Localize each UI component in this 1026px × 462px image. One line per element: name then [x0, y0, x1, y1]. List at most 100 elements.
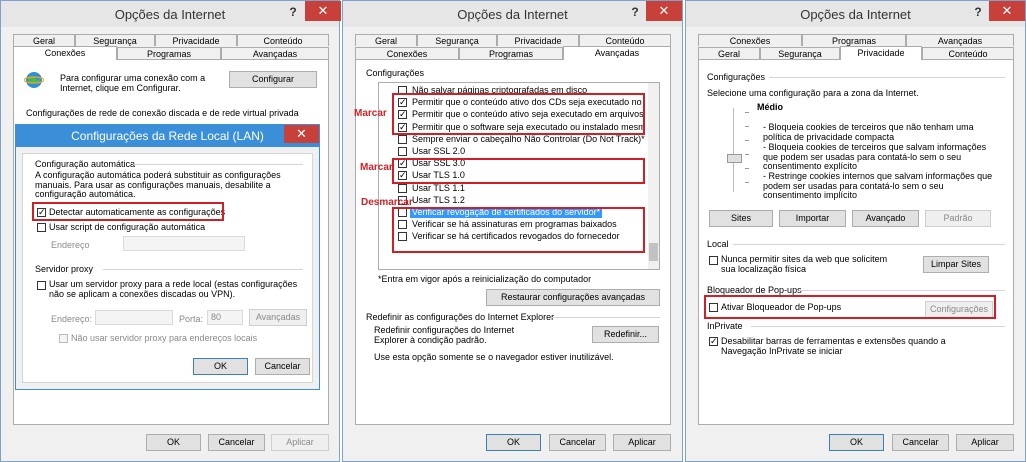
group-divider: [769, 77, 1005, 78]
bypass-local-label: Não usar servidor proxy para endereços l…: [71, 333, 258, 343]
privacy-level: Médio: [757, 102, 783, 112]
port-label: Porta:: [179, 314, 204, 324]
scrollbar-thumb[interactable]: [649, 243, 658, 261]
tab-privacidade[interactable]: Privacidade: [155, 34, 237, 46]
default-button[interactable]: Padrão: [925, 210, 991, 227]
mark-label-1: Marcar: [354, 108, 387, 119]
proxy-advanced-button[interactable]: Avançadas: [249, 309, 307, 326]
auto-script-label: Usar script de configuração automática: [49, 222, 206, 232]
list-scrollbar[interactable]: [648, 83, 659, 269]
setting-checkbox[interactable]: [398, 183, 407, 193]
apply-button[interactable]: Aplicar: [271, 434, 329, 451]
sites-button[interactable]: Sites: [709, 210, 773, 227]
auto-config-group-label: Configuração automática: [35, 159, 136, 169]
tab-conteudo[interactable]: Conteúdo: [579, 34, 671, 46]
bypass-local-checkbox[interactable]: [59, 334, 68, 343]
tab-seguranca[interactable]: Segurança: [75, 34, 155, 46]
help-button[interactable]: ?: [968, 3, 988, 21]
ok-button[interactable]: OK: [146, 434, 201, 451]
tab-geral[interactable]: Geral: [698, 47, 760, 59]
ok-button[interactable]: OK: [486, 434, 541, 451]
setting-checkbox[interactable]: [398, 134, 407, 144]
group-divider: [103, 269, 303, 270]
popup-blocker-label: Bloqueador de Pop-ups: [707, 285, 802, 295]
cancel-button[interactable]: Cancelar: [892, 434, 949, 451]
reset-note: Use esta opção somente se o navegador es…: [374, 352, 614, 362]
help-button[interactable]: ?: [625, 3, 645, 21]
ok-button[interactable]: OK: [829, 434, 884, 451]
internet-options-window-connections: Opções da Internet ? ✕ Geral Segurança P…: [0, 0, 341, 462]
script-address-label: Endereço: [51, 240, 90, 250]
tab-geral[interactable]: Geral: [355, 34, 417, 46]
inprivate-checkbox[interactable]: ✓: [709, 337, 718, 346]
setting-label: Usar TLS 1.2: [412, 194, 465, 205]
slider-tick: [745, 182, 749, 183]
setting-item[interactable]: Sempre enviar o cabeçalho Não Controlar …: [379, 134, 649, 146]
tab-privacidade[interactable]: Privacidade: [497, 34, 579, 46]
setting-checkbox[interactable]: [398, 147, 407, 156]
slider-tick: [745, 140, 749, 141]
help-button[interactable]: ?: [283, 3, 303, 21]
title-bar: Opções da Internet ? ✕: [1, 1, 341, 27]
auto-script-checkbox[interactable]: [37, 223, 46, 232]
cancel-button[interactable]: Cancelar: [549, 434, 606, 451]
import-button[interactable]: Importar: [779, 210, 846, 227]
script-address-input[interactable]: [123, 236, 245, 251]
tab-conteudo[interactable]: Conteúdo: [922, 47, 1014, 59]
group-divider: [799, 290, 1005, 291]
lan-title-bar: Configurações da Rede Local (LAN) ✕: [16, 125, 319, 147]
apply-button[interactable]: Aplicar: [956, 434, 1014, 451]
close-button[interactable]: ✕: [305, 1, 341, 21]
reset-button[interactable]: Redefinir...: [592, 326, 659, 343]
tab-avancadas[interactable]: Avançadas: [221, 47, 329, 59]
apply-button[interactable]: Aplicar: [613, 434, 671, 451]
clear-sites-button[interactable]: Limpar Sites: [923, 256, 989, 273]
setting-item[interactable]: Usar TLS 1.1: [379, 183, 649, 195]
setting-item[interactable]: Usar SSL 2.0: [379, 146, 649, 158]
tab-conteudo[interactable]: Conteúdo: [237, 34, 329, 46]
use-proxy-checkbox[interactable]: [37, 281, 46, 290]
tab-privacidade[interactable]: Privacidade: [840, 46, 922, 60]
tab-conexoes[interactable]: Conexões: [355, 47, 459, 59]
tab-conexoes[interactable]: Conexões: [13, 46, 117, 60]
zone-text: Selecione uma configuração para a zona d…: [707, 88, 919, 98]
port-input[interactable]: 80: [207, 310, 243, 325]
advanced-button[interactable]: Avançado: [852, 210, 919, 227]
close-button[interactable]: ✕: [989, 1, 1025, 21]
globe-icon: [23, 70, 45, 90]
tab-conexoes[interactable]: Conexões: [698, 34, 802, 46]
tab-programas[interactable]: Programas: [802, 34, 906, 46]
tab-avancadas[interactable]: Avançadas: [563, 46, 671, 60]
tab-seguranca[interactable]: Segurança: [760, 47, 840, 59]
dialup-text: Configurações de rede de conexão discada…: [26, 108, 299, 118]
never-allow-location-checkbox[interactable]: [709, 256, 718, 265]
proxy-address-input[interactable]: [95, 310, 173, 325]
restore-advanced-button[interactable]: Restaurar configurações avançadas: [486, 289, 660, 306]
tab-programas[interactable]: Programas: [117, 47, 221, 59]
highlight-mark-group-2: [392, 158, 645, 184]
settings-label: Configurações: [366, 68, 425, 78]
highlight-detect-auto: [32, 202, 224, 221]
slider-tick: [745, 168, 749, 169]
tab-geral[interactable]: Geral: [13, 34, 75, 46]
lan-cancel-button[interactable]: Cancelar: [255, 358, 310, 375]
tab-avancadas[interactable]: Avançadas: [906, 34, 1014, 46]
privacy-slider-thumb[interactable]: [727, 154, 742, 163]
configure-button[interactable]: Configurar: [229, 71, 317, 88]
tab-programas[interactable]: Programas: [459, 47, 563, 59]
lan-settings-dialog: Configurações da Rede Local (LAN) ✕ Conf…: [15, 124, 320, 390]
setting-label: Usar SSL 2.0: [412, 146, 466, 156]
cancel-button[interactable]: Cancelar: [208, 434, 265, 451]
title-bar: Opções da Internet ? ✕: [343, 1, 682, 27]
privacy-desc-2: - Bloqueia cookies de terceiros que salv…: [763, 142, 987, 171]
highlight-unmark-group: [392, 207, 645, 253]
close-button[interactable]: ✕: [646, 1, 682, 21]
setting-item[interactable]: Usar TLS 1.2: [379, 195, 649, 207]
group-divider: [733, 244, 1005, 245]
slider-tick: [745, 154, 749, 155]
reset-text: Redefinir configurações do Internet Expl…: [374, 325, 515, 345]
group-divider: [751, 326, 1005, 327]
tab-seguranca[interactable]: Segurança: [417, 34, 497, 46]
lan-ok-button[interactable]: OK: [193, 358, 248, 375]
lan-close-button[interactable]: ✕: [284, 125, 319, 143]
